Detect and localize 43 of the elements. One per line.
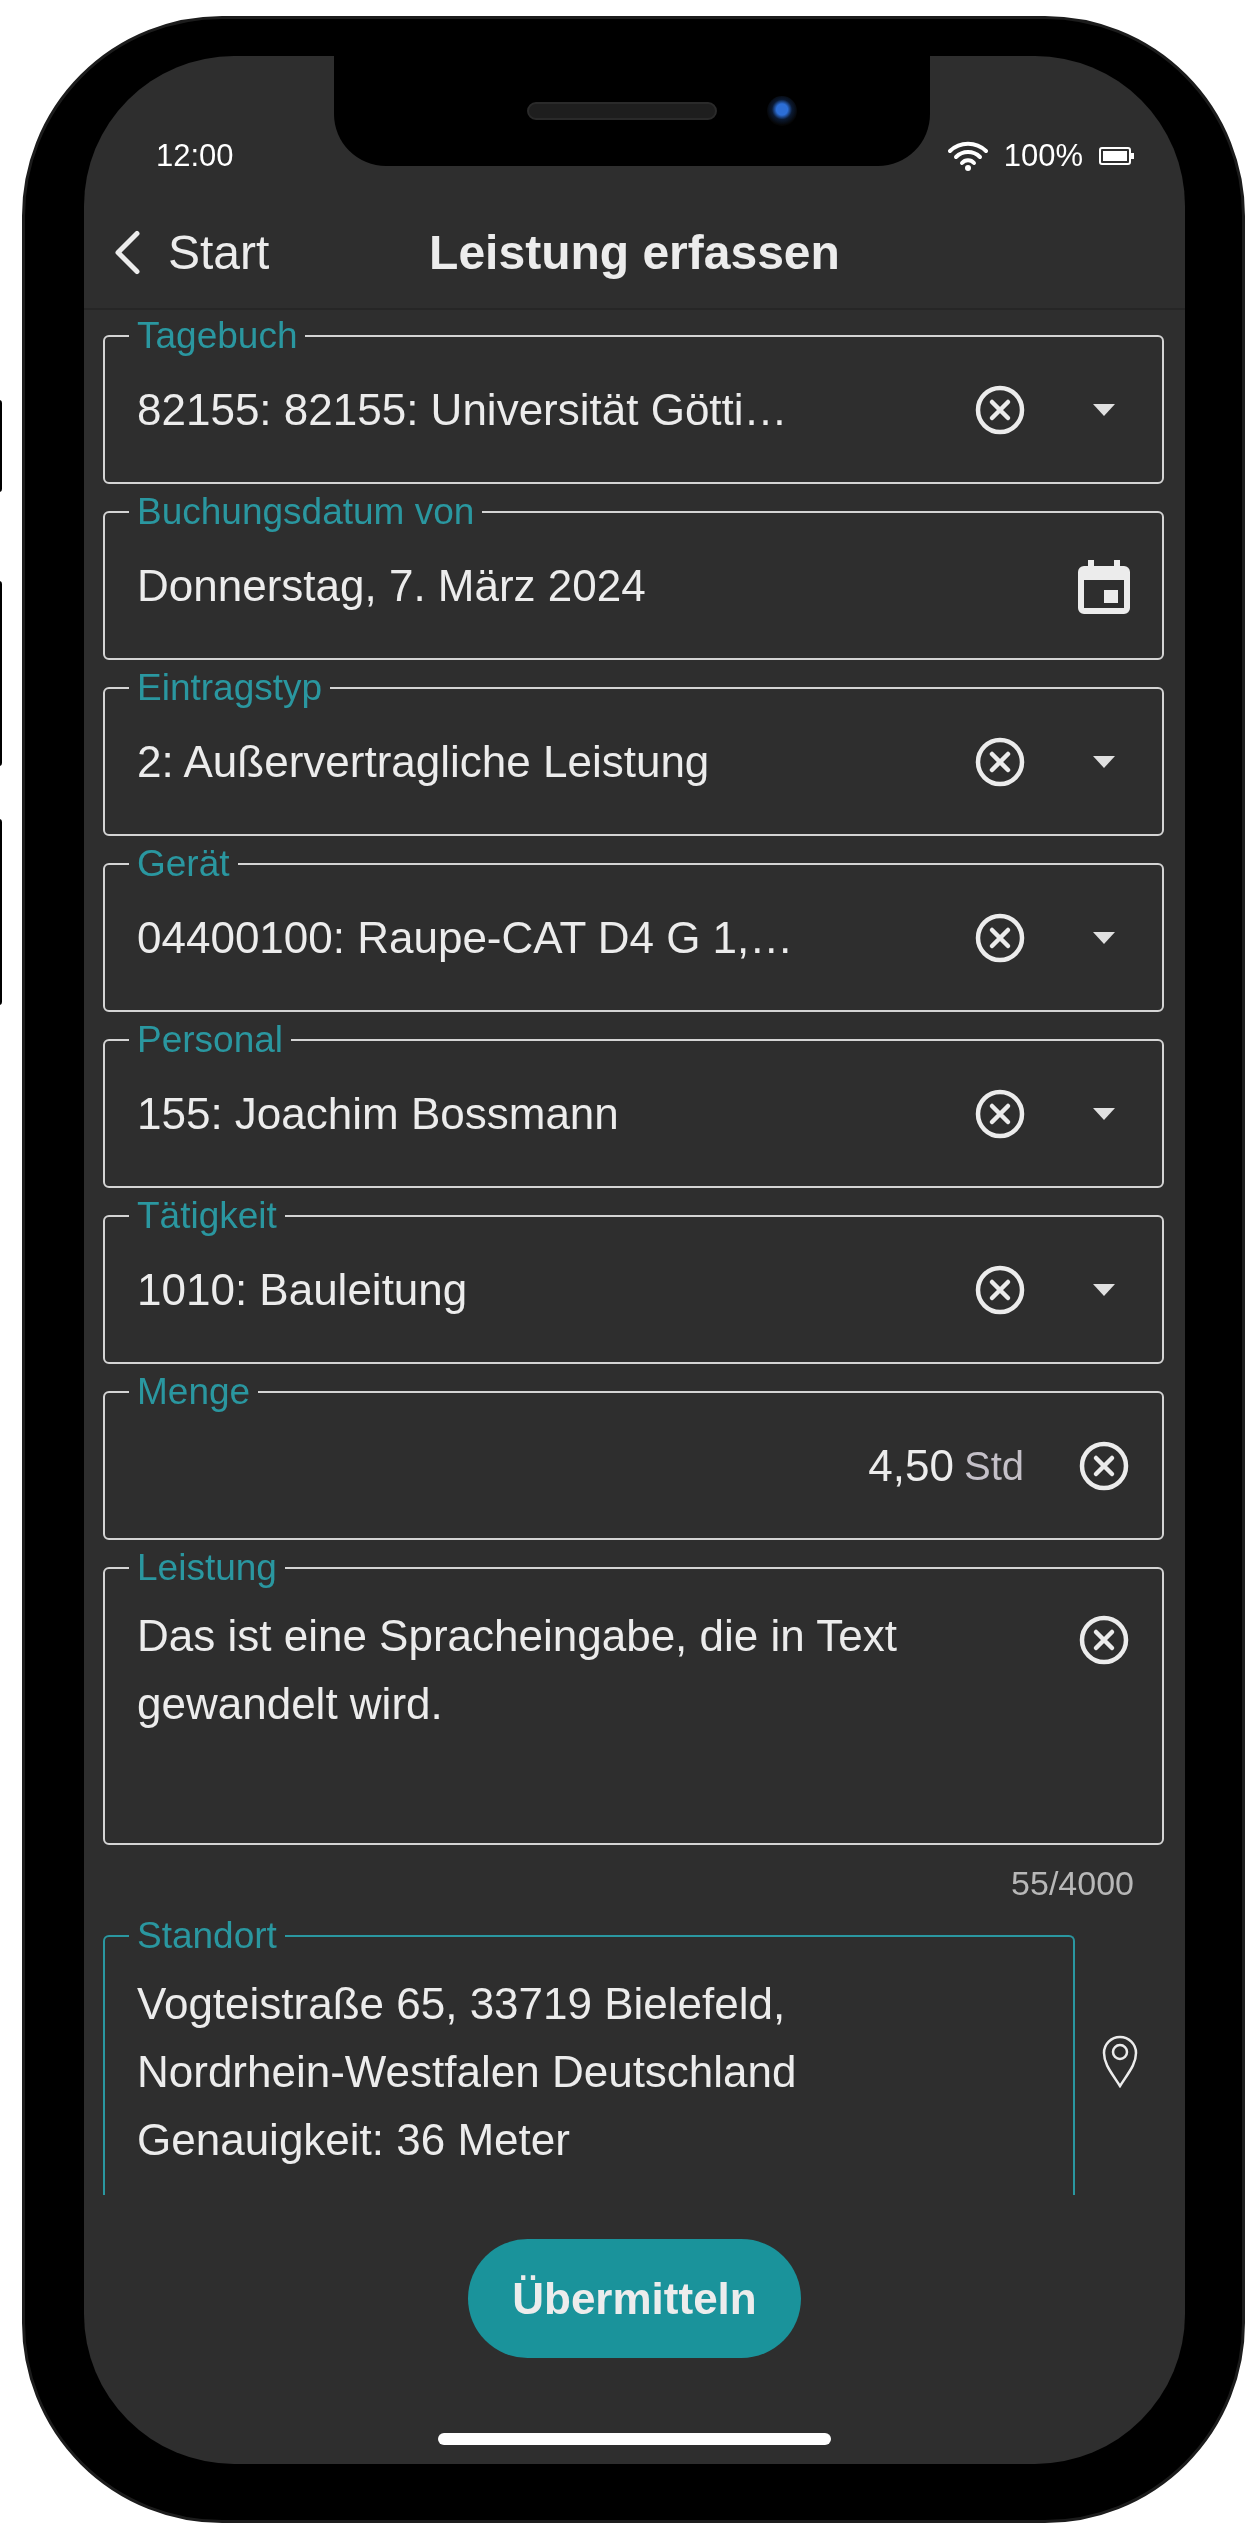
field-value: 2: Außervertragliche Leistung <box>137 737 711 787</box>
battery-percentage: 100% <box>1003 138 1083 174</box>
clear-icon[interactable] <box>974 736 1026 788</box>
clear-icon[interactable] <box>974 384 1026 436</box>
clear-icon[interactable] <box>974 1264 1026 1316</box>
field-label: Standort <box>136 1914 278 1958</box>
back-button[interactable]: Start <box>114 224 270 280</box>
clear-icon[interactable] <box>974 1088 1026 1140</box>
caret-icon[interactable] <box>1093 756 1115 768</box>
field-label: Gerät <box>136 842 231 886</box>
field-value: 1010: Bauleitung <box>137 1265 469 1315</box>
field-value: 82155: 82155: Universität Götti… <box>137 385 789 435</box>
field-label: Buchungsdatum von <box>136 490 476 534</box>
address-line: Nordrhein-Westfalen Deutschland <box>137 2046 798 2098</box>
wifi-icon <box>947 141 988 171</box>
clear-icon[interactable] <box>974 912 1026 964</box>
field-label: Menge <box>136 1370 252 1414</box>
page-title: Leistung erfassen <box>429 224 840 280</box>
field-value: Donnerstag, 7. März 2024 <box>137 561 647 611</box>
field-label: Eintragstyp <box>136 666 324 710</box>
field-value: 155: Joachim Bossmann <box>137 1089 620 1139</box>
field-label: Leistung <box>136 1546 278 1590</box>
address-line: Genauigkeit: 36 Meter <box>137 2114 571 2166</box>
battery-icon <box>1099 147 1135 165</box>
clear-icon[interactable] <box>1078 1614 1130 1666</box>
status-time: 12:00 <box>156 138 234 174</box>
caret-icon[interactable] <box>1093 1284 1115 1296</box>
field-value: Das ist eine Spracheingabe, die in Text gewandelt wird. <box>137 1610 898 1730</box>
field-value: 04400100: Raupe-CAT D4 G 1,… <box>137 913 795 963</box>
field-label: Tagebuch <box>136 314 299 358</box>
caret-icon[interactable] <box>1093 1108 1115 1120</box>
address-line: Vogteistraße 65, 33719 Bielefeld, <box>137 1978 787 2030</box>
calendar-icon[interactable] <box>1078 558 1130 614</box>
clear-icon[interactable] <box>1078 1440 1130 1492</box>
chevron-left-icon <box>114 230 140 274</box>
character-counter: 55/4000 <box>1011 1863 1134 1904</box>
caret-icon[interactable] <box>1093 404 1115 416</box>
caret-icon[interactable] <box>1093 932 1115 944</box>
field-label: Personal <box>136 1018 285 1062</box>
unit-label: Std <box>963 1443 1024 1489</box>
field-label: Tätigkeit <box>136 1194 278 1238</box>
field-value: 4,50 <box>867 1441 954 1491</box>
location-pin-icon[interactable] <box>1100 2034 1139 2088</box>
